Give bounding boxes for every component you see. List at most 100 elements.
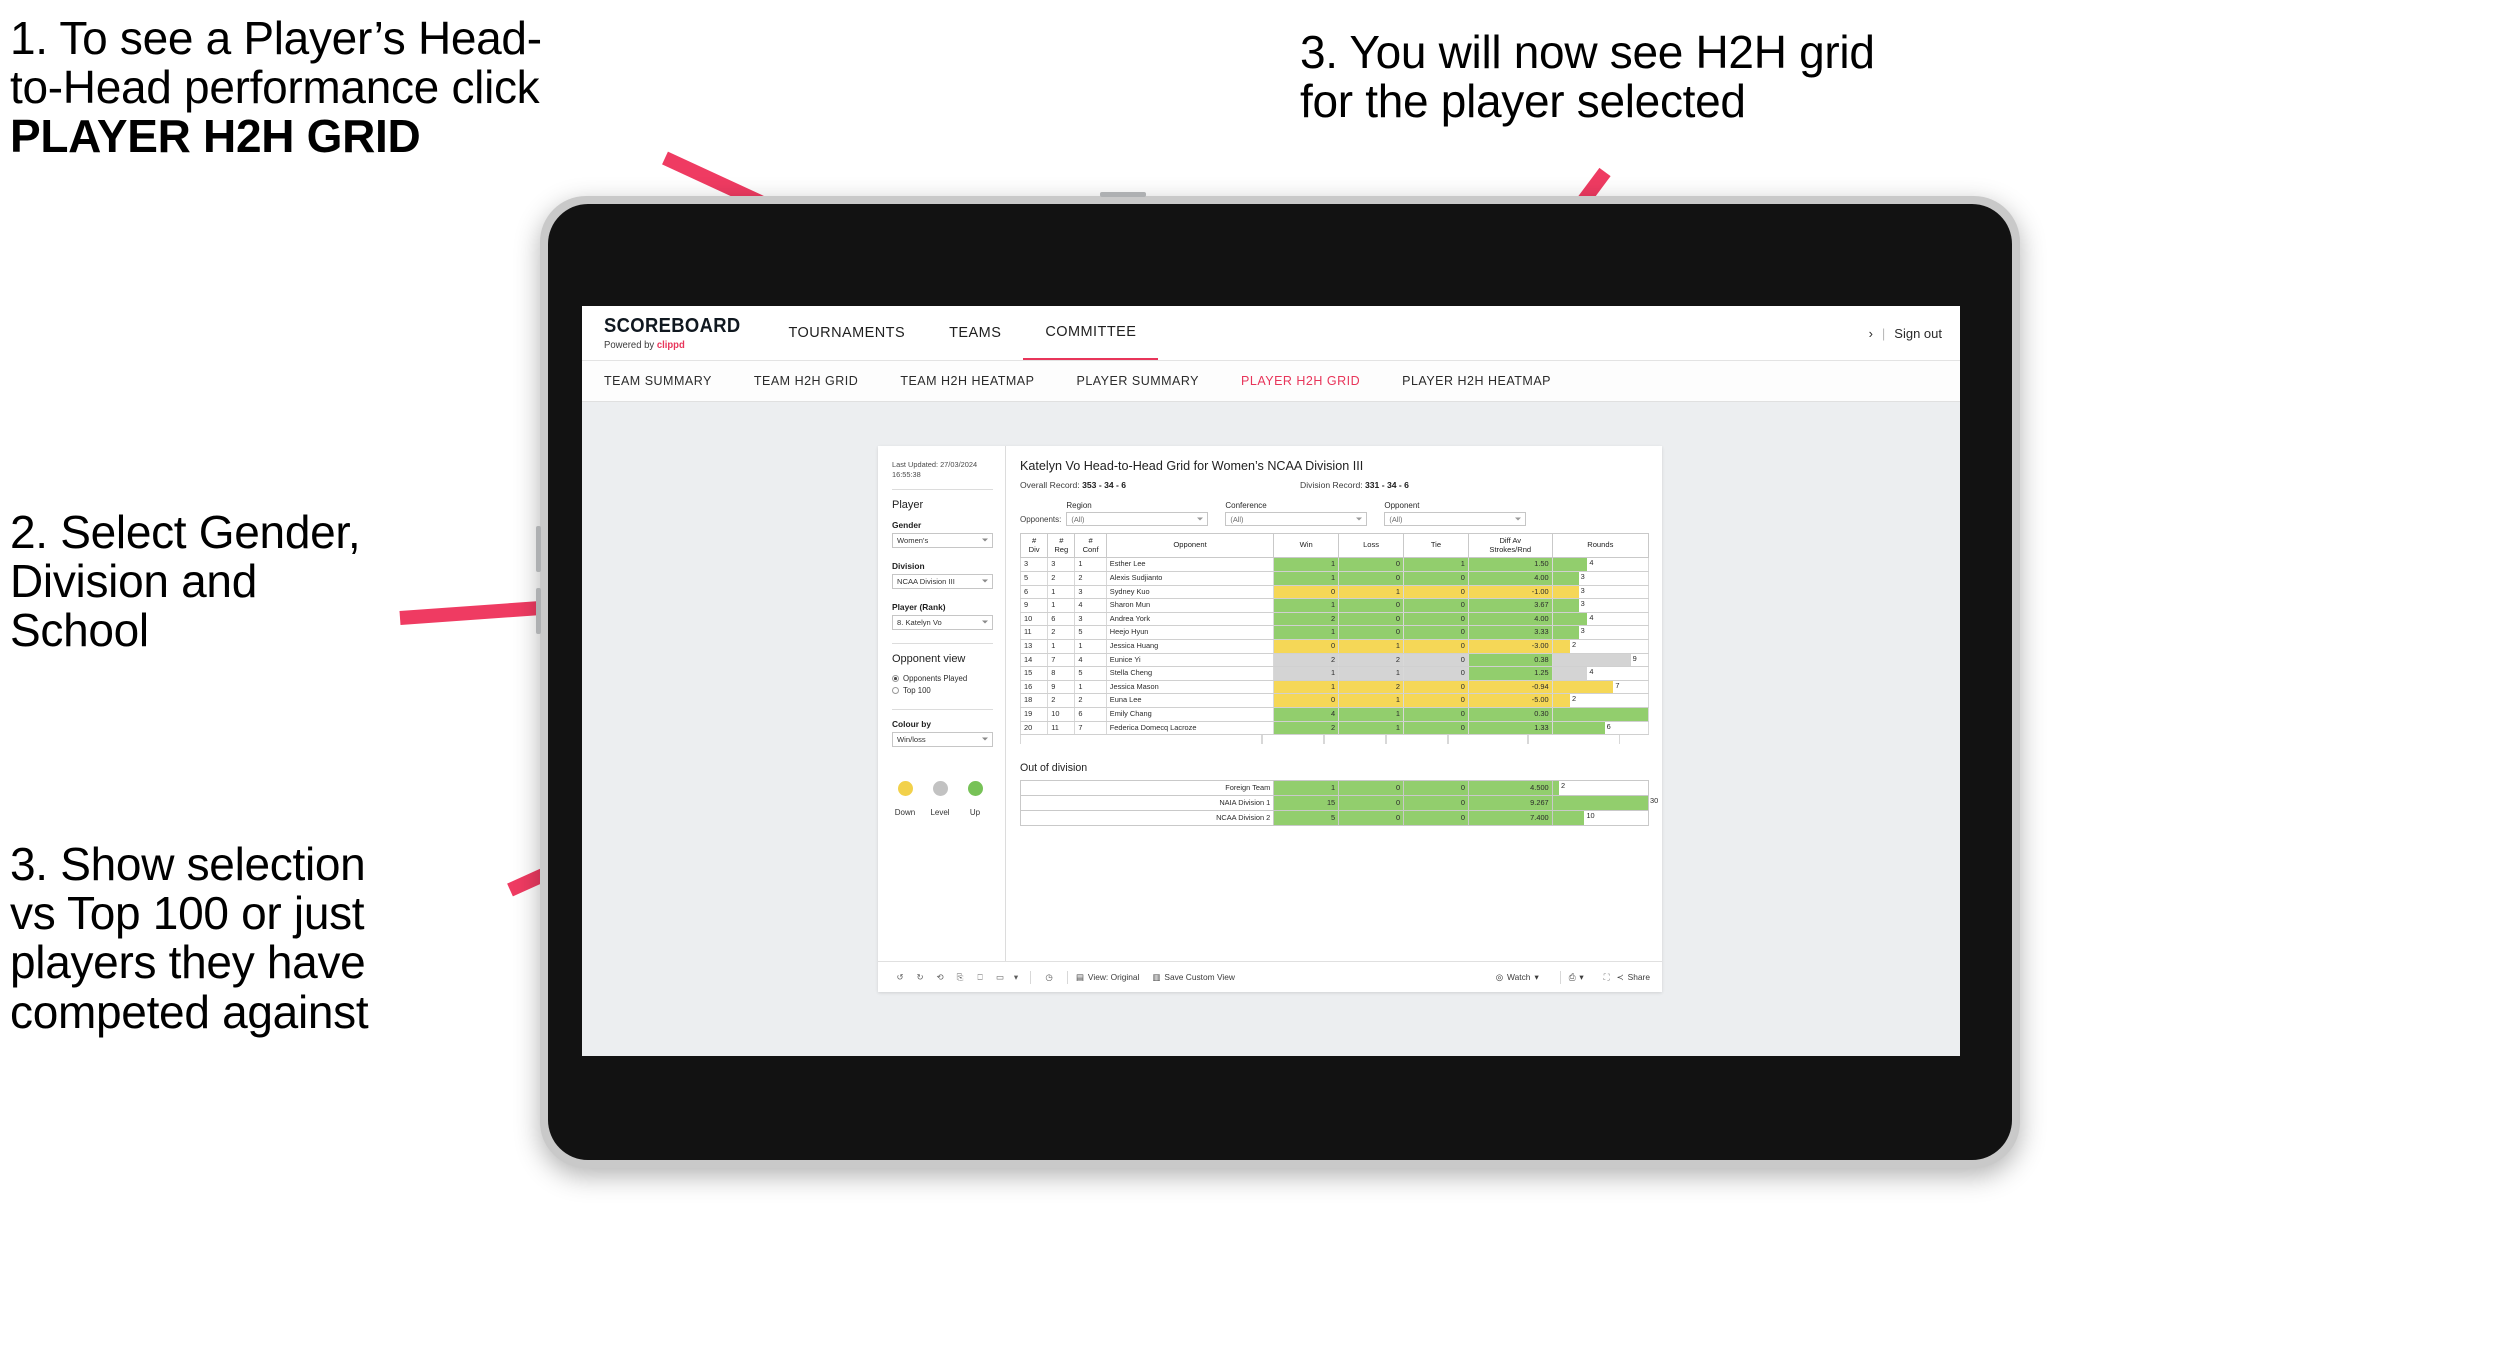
chevron-down-icon	[982, 538, 988, 542]
nav-teams[interactable]: TEAMS	[927, 306, 1023, 360]
sign-out-link[interactable]: Sign out	[1894, 326, 1942, 341]
cell-ood-win: 5	[1273, 810, 1340, 827]
opponent-filter-label: Opponent	[1384, 501, 1420, 510]
save-custom-view-button[interactable]: ▥ Save Custom View	[1152, 972, 1235, 982]
h2h-grid-scroll-region[interactable]: 3 3 1 Esther Lee 1 0 1 1.50 4 5 2 2 Alexis Sudjianto…	[1020, 558, 1649, 745]
cell-rounds: 3	[1551, 571, 1649, 586]
table-header-row: # Div # Reg # Conf Opponent Win Loss Tie Diff Av St…	[1019, 532, 1650, 559]
view-original-button[interactable]: ▤ View: Original	[1076, 972, 1139, 982]
table-row[interactable]: 14 7 4 Eunice Yi 2 2 0 0.38 9	[1020, 653, 1649, 668]
refresh-icon[interactable]: ⎘	[950, 967, 970, 987]
table-row[interactable]: 13 1 1 Jessica Huang 0 1 0 -3.00 2	[1020, 639, 1649, 654]
clock-icon[interactable]: ◷	[1039, 967, 1059, 987]
radio-button-icon	[892, 686, 899, 694]
panel-divider-1	[892, 488, 993, 490]
volume-button-down[interactable]	[536, 588, 541, 634]
pause-icon[interactable]: ⎕	[970, 967, 990, 987]
out-of-division-row[interactable]: NCAA Division 2 5 0 0 7.400 10	[1019, 810, 1650, 827]
table-row[interactable]: 15 8 5 Stella Cheng 1 1 0 1.25 4	[1020, 666, 1649, 681]
column-header-6[interactable]: Tie	[1403, 532, 1469, 559]
player-rank-label: Player (Rank)	[892, 601, 946, 612]
volume-button-up[interactable]	[536, 526, 541, 572]
cell-conf: 4	[1074, 653, 1107, 668]
legend-label-level: Level	[930, 807, 950, 817]
cell-tie: 0	[1403, 571, 1469, 586]
cell-div: 13	[1020, 639, 1049, 654]
cell-opponent: Heejo Hyun	[1105, 625, 1275, 640]
colour-by-value: Win/loss	[897, 734, 926, 744]
cell-rounds: 7	[1551, 680, 1649, 695]
last-updated-line-1: Last Updated: 27/03/2024	[892, 460, 978, 469]
table-row[interactable]: 3 3 1 Esther Lee 1 0 1 1.50 4	[1020, 558, 1649, 573]
column-header-3[interactable]: Opponent	[1105, 532, 1275, 559]
column-header-0[interactable]: # Div	[1019, 532, 1049, 559]
player-section-heading: Player	[892, 498, 924, 511]
legend-dot-down-icon	[897, 780, 913, 796]
nav-committee[interactable]: COMMITTEE	[1023, 306, 1159, 360]
download-button[interactable]: ⎙ ▾	[1569, 972, 1584, 983]
chevron-down-icon[interactable]: ▾	[1010, 967, 1022, 987]
cell-win: 1	[1273, 558, 1340, 573]
cell-reg: 2	[1047, 693, 1076, 708]
cell-loss: 0	[1338, 558, 1405, 573]
player-rank-select[interactable]: 8. Katelyn Vo	[892, 614, 993, 630]
cell-ood-loss: 0	[1338, 780, 1405, 797]
power-button[interactable]	[1100, 192, 1146, 197]
subnav-player-summary[interactable]: PLAYER SUMMARY	[1076, 374, 1199, 388]
share-button[interactable]: ≺ Share	[1617, 972, 1650, 982]
cell-ood-rounds: 30	[1551, 795, 1658, 812]
column-header-7[interactable]: Diff Av Strokes/Rnd	[1467, 532, 1553, 559]
table-row[interactable]: 20 11 7 Federica Domecq Lacroze 2 1 0 1.33 6	[1020, 721, 1649, 736]
column-header-4[interactable]: Win	[1273, 532, 1340, 559]
table-row[interactable]: 11 2 5 Heejo Hyun 1 0 0 3.33 3	[1020, 625, 1649, 640]
column-header-1[interactable]: # Reg	[1047, 532, 1076, 559]
subnav-team-h2h-grid[interactable]: TEAM H2H GRID	[754, 374, 858, 388]
fullscreen-icon[interactable]: ⛶	[1597, 967, 1617, 987]
table-row[interactable]: 19106Emily Chang4100.3011	[1020, 707, 1649, 722]
nav-tournaments[interactable]: TOURNAMENTS	[766, 306, 927, 360]
out-of-division-row[interactable]: Foreign Team 1 0 0 4.500 2	[1019, 780, 1650, 797]
column-header-8[interactable]: Rounds	[1551, 532, 1650, 559]
division-select[interactable]: NCAA Division III	[892, 573, 993, 589]
table-row[interactable]: 9 1 4 Sharon Mun 1 0 0 3.67 3	[1020, 598, 1649, 613]
cell-tie: 0	[1403, 721, 1469, 736]
chevron-right-icon[interactable]: ›	[1869, 326, 1873, 341]
column-header-5[interactable]: Loss	[1338, 532, 1405, 559]
conference-filter-select[interactable]: (All)	[1225, 512, 1368, 526]
brand-logo[interactable]: SCOREBOARD Powered by clippd	[582, 306, 766, 360]
table-row[interactable]: 6 1 3 Sydney Kuo 0 1 0 -1.00 3	[1020, 585, 1649, 600]
cell-loss: 1	[1338, 585, 1405, 600]
radio-opponents-played[interactable]: Opponents Played	[892, 674, 993, 683]
annotation-3-top: 3. You will now see H2H grid for the pla…	[1300, 27, 2090, 126]
colour-by-select[interactable]: Win/loss	[892, 731, 993, 747]
undo-icon[interactable]: ↺	[890, 967, 910, 987]
cell-loss: 0	[1338, 612, 1405, 627]
out-of-division-row[interactable]: NAIA Division 1 15 0 0 9.267 30	[1019, 795, 1658, 812]
opponent-filter-select[interactable]: (All)	[1384, 512, 1527, 526]
table-row[interactable]: 18 2 2 Euna Lee 0 1 0 -5.00 2	[1020, 693, 1649, 708]
column-header-2[interactable]: # Conf	[1074, 532, 1107, 559]
subnav-team-summary[interactable]: TEAM SUMMARY	[604, 374, 712, 388]
cell-ood-tie: 0	[1403, 795, 1469, 812]
subnav-team-h2h-heatmap[interactable]: TEAM H2H HEATMAP	[900, 374, 1034, 388]
table-row[interactable]: 10 6 3 Andrea York 2 0 0 4.00 4	[1020, 612, 1649, 627]
gender-label: Gender	[892, 519, 922, 530]
cell-diff: 0.30	[1467, 707, 1553, 722]
share-icon: ≺	[1616, 972, 1624, 982]
redo-icon[interactable]: ↻	[910, 967, 930, 987]
tablet-screen: SCOREBOARD Powered by clippd TOURNAMENTS…	[582, 306, 1960, 1056]
zoom-icon[interactable]: ▭	[990, 967, 1010, 987]
subnav-player-h2h-heatmap[interactable]: PLAYER H2H HEATMAP	[1402, 374, 1551, 388]
radio-top-100[interactable]: Top 100	[892, 686, 993, 695]
subnav-player-h2h-grid[interactable]: PLAYER H2H GRID	[1241, 374, 1360, 388]
table-row[interactable]: 5 2 2 Alexis Sudjianto 1 0 0 4.00 3	[1020, 571, 1649, 586]
revert-icon[interactable]: ⟲	[930, 967, 950, 987]
watch-button[interactable]: ◎ Watch ▾	[1496, 972, 1539, 982]
gender-select[interactable]: Women's	[892, 532, 993, 548]
cell-loss: 1	[1338, 639, 1405, 654]
table-row[interactable]: 16 9 1 Jessica Mason 1 2 0 -0.94 7	[1020, 680, 1649, 695]
cell-loss: 0	[1338, 598, 1405, 613]
opponent-filters: Opponents: Region (All) Conference (All)…	[1020, 501, 1649, 526]
save-custom-view-label: Save Custom View	[1164, 972, 1235, 982]
region-filter-select[interactable]: (All)	[1066, 512, 1209, 526]
